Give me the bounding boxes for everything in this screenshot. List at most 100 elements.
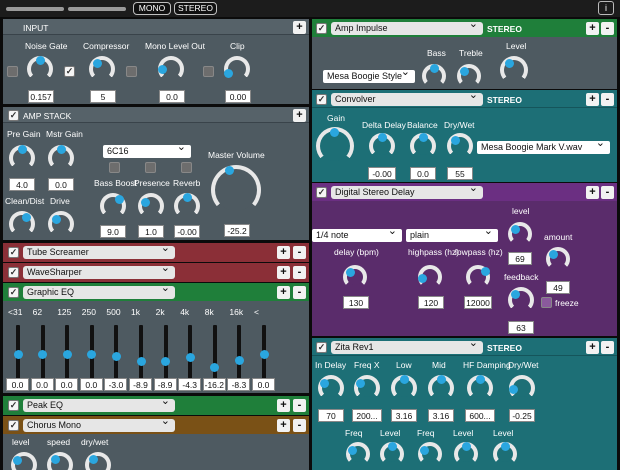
wavesharper-add-button[interactable]: + — [277, 266, 290, 279]
mstr-gain-value[interactable]: 0.0 — [48, 178, 74, 191]
freeze-checkbox[interactable] — [541, 297, 552, 308]
eq-band-value[interactable]: 0.0 — [252, 378, 275, 391]
eq-band-value[interactable]: -8.9 — [153, 378, 177, 391]
reverb-knob[interactable] — [174, 193, 200, 219]
convolver-remove-button[interactable]: - — [601, 93, 614, 106]
zita-select[interactable]: Zita Rev1 — [331, 338, 483, 354]
pre-gain-value[interactable]: 4.0 — [9, 178, 35, 191]
noise-gate-knob[interactable] — [27, 56, 53, 82]
delay-level-knob[interactable] — [508, 222, 532, 246]
eq-band-slider[interactable] — [87, 325, 97, 383]
stereo-button[interactable]: STEREO — [174, 2, 217, 15]
convolver-select[interactable]: Convolver — [331, 90, 483, 106]
mid-knob[interactable] — [428, 375, 454, 401]
freq-x-value[interactable]: 200... — [352, 409, 382, 422]
zita-add-button[interactable]: + — [586, 341, 599, 354]
master-volume-knob[interactable] — [211, 165, 261, 215]
stereo-delay-select[interactable]: Digital Stereo Delay — [331, 183, 483, 199]
amount-value[interactable]: 49 — [546, 281, 570, 294]
eq-band-slider[interactable] — [13, 325, 23, 383]
freq1-knob[interactable] — [346, 442, 370, 466]
in-delay-value[interactable]: 70 — [318, 409, 344, 422]
chorus-speed-knob[interactable] — [47, 452, 73, 470]
eq-band-slider[interactable] — [38, 325, 48, 383]
zita-drywet-knob[interactable] — [509, 375, 535, 401]
eq-band-slider[interactable] — [210, 325, 220, 383]
level1-knob[interactable] — [380, 442, 404, 466]
lowpass-knob[interactable] — [466, 265, 490, 289]
reverb-value[interactable]: -0.00 — [174, 225, 200, 238]
eq-band-value[interactable]: -8.3 — [227, 378, 251, 391]
graphic-eq-checkbox[interactable]: ✓ — [8, 287, 19, 298]
eq-band-value[interactable]: -3.0 — [104, 378, 128, 391]
compressor-value[interactable]: 5 — [90, 90, 116, 103]
eq-slider-thumb[interactable] — [259, 349, 269, 359]
eq-slider-thumb[interactable] — [62, 349, 72, 359]
eq-band-value[interactable]: -4.3 — [178, 378, 202, 391]
tube-select[interactable]: 6C16 — [103, 145, 191, 158]
eq-band-value[interactable]: 0.0 — [30, 378, 54, 391]
chorus-remove-button[interactable]: - — [293, 419, 306, 432]
info-button[interactable]: i — [598, 1, 614, 15]
eq-slider-thumb[interactable] — [161, 356, 171, 366]
peak-eq-select[interactable]: Peak EQ — [23, 396, 175, 412]
eq-slider-thumb[interactable] — [13, 349, 23, 359]
amp-impulse-checkbox[interactable]: ✓ — [316, 23, 327, 34]
mode-select[interactable]: plain — [406, 229, 498, 242]
eq-slider-thumb[interactable] — [38, 349, 48, 359]
delta-delay-value[interactable]: -0.00 — [368, 167, 396, 180]
compressor-checkbox[interactable]: ✓ — [64, 66, 75, 77]
tube-screamer-select[interactable]: Tube Screamer — [23, 243, 175, 259]
clip-value[interactable]: 0.00 — [225, 90, 251, 103]
stereo-delay-checkbox[interactable]: ✓ — [316, 187, 327, 198]
amp-impulse-remove-button[interactable]: - — [601, 22, 614, 35]
convolver-checkbox[interactable]: ✓ — [316, 94, 327, 105]
eq-band-slider[interactable] — [161, 325, 171, 383]
delay-bpm-knob[interactable] — [343, 265, 367, 289]
eq-slider-thumb[interactable] — [111, 351, 121, 361]
low-value[interactable]: 3.16 — [391, 409, 417, 422]
low-knob[interactable] — [391, 375, 417, 401]
reverb-checkbox[interactable] — [181, 162, 192, 173]
eq-band-slider[interactable] — [259, 325, 269, 383]
pre-gain-knob[interactable] — [9, 145, 35, 171]
clip-checkbox[interactable] — [203, 66, 214, 77]
balance-knob[interactable] — [410, 133, 436, 159]
hf-damping-value[interactable]: 600... — [465, 409, 495, 422]
convolver-drywet-knob[interactable] — [447, 133, 473, 159]
level2-knob[interactable] — [454, 442, 478, 466]
presence-knob[interactable] — [138, 193, 164, 219]
input-add-button[interactable]: + — [293, 21, 306, 34]
bass-boost-knob[interactable] — [100, 193, 126, 219]
chorus-level-knob[interactable] — [11, 452, 37, 470]
eq-slider-thumb[interactable] — [87, 349, 97, 359]
master-volume-value[interactable]: -25.2 — [224, 224, 250, 237]
eq-slider-thumb[interactable] — [210, 363, 220, 373]
stereo-delay-add-button[interactable]: + — [586, 186, 599, 199]
mstr-gain-knob[interactable] — [48, 145, 74, 171]
eq-band-slider[interactable] — [136, 325, 146, 383]
amp-impulse-select[interactable]: Amp Impulse — [331, 19, 483, 35]
level3-knob[interactable] — [493, 442, 517, 466]
tube-screamer-checkbox[interactable]: ✓ — [8, 247, 19, 258]
chorus-select[interactable]: Chorus Mono — [23, 416, 175, 432]
convolver-ir-select[interactable]: Mesa Boogie Mark V.wav — [477, 141, 610, 154]
tube-screamer-remove-button[interactable]: - — [293, 246, 306, 259]
in-delay-knob[interactable] — [318, 375, 344, 401]
eq-band-slider[interactable] — [234, 325, 244, 383]
mono-button[interactable]: MONO — [133, 2, 171, 15]
mono-level-checkbox[interactable] — [126, 66, 137, 77]
peak-eq-checkbox[interactable]: ✓ — [8, 400, 19, 411]
freq2-knob[interactable] — [418, 442, 442, 466]
presence-checkbox[interactable] — [145, 162, 156, 173]
compressor-knob[interactable] — [89, 56, 115, 82]
eq-band-slider[interactable] — [111, 325, 121, 383]
zita-remove-button[interactable]: - — [601, 341, 614, 354]
eq-band-slider[interactable] — [185, 325, 195, 383]
eq-band-value[interactable]: -8.9 — [129, 378, 152, 391]
tube-screamer-add-button[interactable]: + — [277, 246, 290, 259]
graphic-eq-remove-button[interactable]: - — [293, 286, 306, 299]
presence-value[interactable]: 1.0 — [138, 225, 164, 238]
chorus-add-button[interactable]: + — [277, 419, 290, 432]
bass-boost-value[interactable]: 9.0 — [100, 225, 126, 238]
